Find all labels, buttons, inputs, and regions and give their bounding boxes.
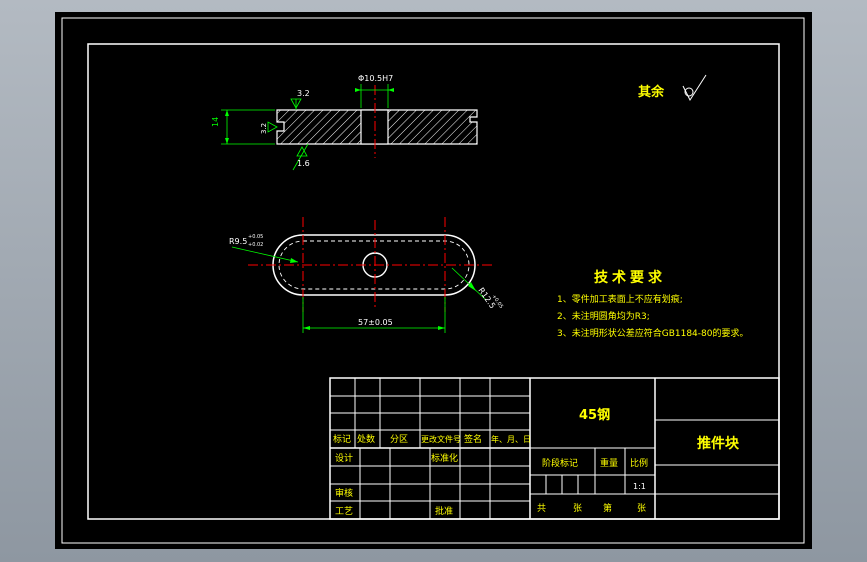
svg-text:签名: 签名	[464, 433, 482, 445]
svg-text:+0.05: +0.05	[248, 234, 263, 240]
svg-text:阶段标记: 阶段标记	[542, 457, 578, 469]
svg-text:3.2: 3.2	[260, 123, 268, 134]
material-value: 45钢	[579, 407, 610, 423]
svg-text:共: 共	[537, 503, 546, 514]
hole-dimension: Φ10.5H7	[358, 74, 393, 83]
svg-text:处数: 处数	[357, 433, 375, 445]
svg-text:张: 张	[573, 503, 582, 514]
tech-req-item-2: 2、未注明圆角均为R3;	[557, 310, 650, 322]
svg-text:3.2: 3.2	[297, 89, 310, 98]
svg-text:审核: 审核	[335, 487, 353, 499]
svg-text:第: 第	[603, 502, 612, 514]
svg-text:标记: 标记	[333, 433, 351, 445]
cad-viewport: 14 Φ10.5H7 3.2 3.2 1.6 R9.5 +0.05 +0.02 …	[0, 0, 867, 562]
height-dimension: 14	[211, 117, 220, 127]
svg-text:张: 张	[637, 503, 646, 514]
svg-text:更改文件号: 更改文件号	[421, 434, 461, 444]
tech-requirements-title: 技术要求	[594, 269, 666, 286]
svg-text:年、月、日: 年、月、日	[491, 434, 531, 444]
tech-req-item-1: 1、零件加工表面上不应有划痕;	[557, 293, 683, 305]
svg-text:1.6: 1.6	[297, 159, 310, 168]
svg-text:重量: 重量	[600, 457, 618, 469]
engineering-drawing: 14 Φ10.5H7 3.2 3.2 1.6 R9.5 +0.05 +0.02 …	[55, 12, 812, 549]
svg-text:+0.02: +0.02	[248, 242, 263, 248]
tech-req-item-3: 3、未注明形状公差应符合GB1184-80的要求。	[557, 327, 748, 339]
svg-text:1:1: 1:1	[633, 482, 646, 491]
part-name: 推件块	[697, 435, 740, 452]
svg-text:其余: 其余	[638, 84, 665, 100]
svg-text:标准化: 标准化	[431, 452, 458, 464]
svg-text:分区: 分区	[390, 434, 408, 445]
svg-text:工艺: 工艺	[335, 506, 353, 517]
svg-text:比例: 比例	[630, 457, 648, 469]
radius-left-dimension: R9.5	[229, 237, 247, 246]
drawing-sheet	[55, 12, 812, 549]
svg-text:批准: 批准	[435, 505, 453, 517]
length-dimension: 57±0.05	[358, 318, 393, 327]
svg-text:设计: 设计	[335, 452, 353, 464]
